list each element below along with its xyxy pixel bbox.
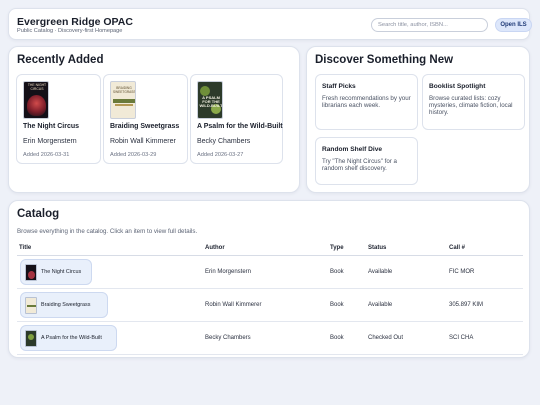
top-header: Evergreen Ridge OPAC Public Catalog · Di… [8, 8, 532, 40]
column-header-author: Author [205, 245, 225, 251]
discover-tile-booklist-spotlight[interactable]: Booklist Spotlight Browse curated lists:… [422, 74, 525, 130]
site-subtitle: Public Catalog · Discovery-first Homepag… [17, 28, 123, 34]
row-call-number: 305.897 KIM [449, 302, 484, 308]
cover-title-text: A PSALM FOR THE WILD-BUILT [199, 95, 223, 109]
column-header-title: Title [19, 245, 32, 251]
row-author: Robin Wall Kimmerer [205, 302, 262, 308]
recent-book-card[interactable]: THE NIGHT CIRCUS The Night Circus Erin M… [16, 74, 101, 164]
discover-tile-random-shelf[interactable]: Random Shelf Dive Try "The Night Circus"… [315, 137, 418, 185]
book-cover-image: THE NIGHT CIRCUS [23, 81, 49, 119]
recent-book-card[interactable]: BRAIDING SWEETGRASS Braiding Sweetgrass … [103, 74, 188, 164]
row-status: Checked Out [368, 335, 404, 341]
cover-title-text: BRAIDING SWEETGRASS [113, 86, 136, 94]
catalog-panel: Catalog Browse everything in the catalog… [8, 200, 530, 358]
table-row[interactable]: A Psalm for the Wild-Built Becky Chamber… [17, 322, 523, 355]
book-added-date: Added 2026-03-31 [23, 152, 70, 158]
book-cover-image: A PSALM FOR THE WILD-BUILT [197, 81, 223, 119]
row-status: Available [368, 269, 393, 275]
discover-panel: Discover Something New Staff Picks Fresh… [306, 46, 530, 193]
tile-description: Try "The Night Circus" for a random shel… [322, 158, 397, 173]
row-call-number: SCI CHA [449, 335, 474, 341]
search-input[interactable] [371, 18, 488, 32]
open-ils-button[interactable]: Open ILS [495, 18, 532, 32]
tile-title: Staff Picks [322, 83, 356, 90]
site-title: Evergreen Ridge OPAC [17, 16, 133, 28]
book-thumbnail [25, 330, 37, 347]
tile-title: Booklist Spotlight [429, 83, 486, 90]
row-title: A Psalm for the Wild-Built [41, 335, 102, 341]
table-row[interactable]: The Night Circus Erin Morgenstern Book A… [17, 256, 523, 289]
recently-added-heading: Recently Added [17, 54, 104, 66]
book-added-date: Added 2026-03-27 [197, 152, 244, 158]
catalog-description: Browse everything in the catalog. Click … [17, 228, 198, 235]
column-header-call-number: Call # [449, 245, 466, 251]
book-title: The Night Circus [23, 123, 80, 130]
title-chip[interactable]: Braiding Sweetgrass [20, 292, 108, 318]
discover-tile-staff-picks[interactable]: Staff Picks Fresh recommendations by you… [315, 74, 418, 130]
tile-description: Browse curated lists: cozy mysteries, cl… [429, 95, 513, 117]
catalog-table-header: Title Author Type Status Call # [17, 241, 523, 256]
cover-title-text: THE NIGHT CIRCUS [27, 83, 47, 91]
book-author: Becky Chambers [197, 138, 251, 145]
tile-description: Fresh recommendations by your librarians… [322, 95, 411, 110]
book-thumbnail [25, 264, 37, 281]
book-title: A Psalm for the Wild-Built [197, 123, 283, 130]
row-author: Becky Chambers [205, 335, 251, 341]
tile-title: Random Shelf Dive [322, 146, 383, 153]
row-type: Book [330, 269, 344, 275]
recent-book-card[interactable]: A PSALM FOR THE WILD-BUILT A Psalm for t… [190, 74, 283, 164]
table-row[interactable]: Braiding Sweetgrass Robin Wall Kimmerer … [17, 289, 523, 322]
title-chip[interactable]: The Night Circus [20, 259, 92, 285]
book-title: Braiding Sweetgrass [110, 123, 180, 130]
column-header-status: Status [368, 245, 387, 251]
book-added-date: Added 2026-03-29 [110, 152, 157, 158]
discover-heading: Discover Something New [315, 54, 454, 66]
book-author: Erin Morgenstern [23, 138, 77, 145]
row-status: Available [368, 302, 393, 308]
row-title: The Night Circus [41, 269, 82, 275]
row-author: Erin Morgenstern [205, 269, 252, 275]
recently-added-panel: Recently Added THE NIGHT CIRCUS The Nigh… [8, 46, 300, 193]
row-title: Braiding Sweetgrass [41, 302, 91, 308]
row-type: Book [330, 335, 344, 341]
title-chip[interactable]: A Psalm for the Wild-Built [20, 325, 117, 351]
column-header-type: Type [330, 245, 344, 251]
book-cover-image: BRAIDING SWEETGRASS [110, 81, 136, 119]
book-thumbnail [25, 297, 37, 314]
book-author: Robin Wall Kimmerer [110, 138, 176, 145]
row-call-number: FIC MOR [449, 269, 475, 275]
catalog-heading: Catalog [17, 208, 60, 220]
row-type: Book [330, 302, 344, 308]
